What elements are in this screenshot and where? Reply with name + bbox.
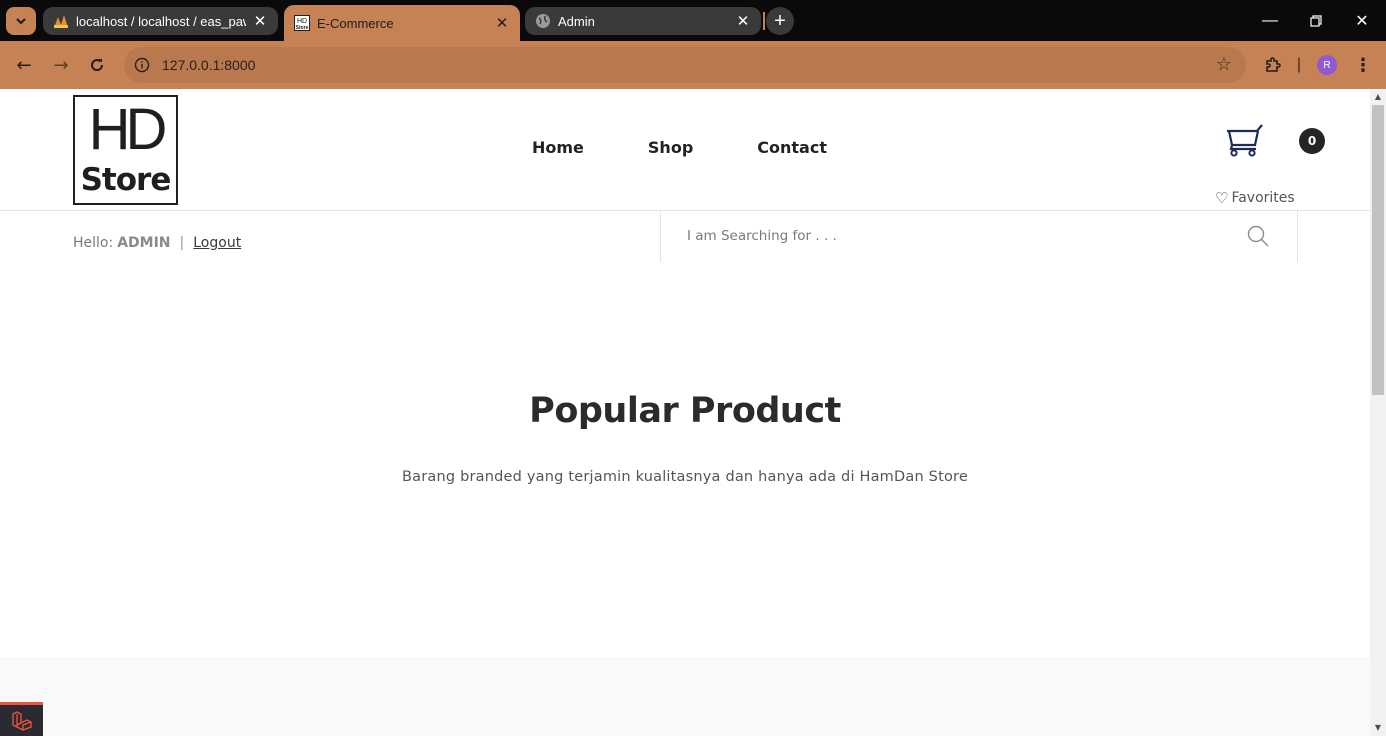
browser-toolbar: ← → 127.0.0.1:8000 ☆ | R ⋮ [0,41,1386,89]
close-tab-icon[interactable]: ✕ [252,12,268,30]
tab-title: localhost / localhost / eas_paw | [76,13,246,29]
browser-tab-phpmyadmin[interactable]: localhost / localhost / eas_paw | ✕ [43,7,278,35]
chevron-down-icon [16,18,26,25]
username: ADMIN [117,235,171,251]
extensions-button[interactable] [1259,52,1287,78]
plus-icon: + [774,9,786,32]
debugbar-toggle-button[interactable] [0,702,43,736]
user-greeting: Hello: ADMIN | Logout [73,235,241,251]
nav-home[interactable]: Home [532,138,584,157]
minimize-icon: — [1262,12,1278,29]
product-area-background [0,657,1370,736]
arrow-right-icon: → [53,54,69,76]
search-icon[interactable] [1246,224,1270,248]
tab-search-button[interactable] [6,7,36,35]
browser-menu-button[interactable]: ⋮ [1351,52,1375,78]
scrollbar-thumb[interactable] [1372,105,1384,395]
minimize-button[interactable]: — [1257,8,1283,34]
nav-shop[interactable]: Shop [648,138,693,157]
cart-count-badge: 0 [1299,128,1325,154]
favorites-label: Favorites [1231,190,1295,206]
scroll-down-arrow-icon[interactable]: ▼ [1373,723,1383,733]
section-subtitle: Barang branded yang terjamin kualitasnya… [402,469,968,485]
address-bar[interactable]: 127.0.0.1:8000 ☆ [124,47,1246,83]
svg-text:HD: HD [297,18,307,25]
close-icon: ✕ [1355,13,1369,30]
reload-button[interactable] [84,52,110,78]
logout-link[interactable]: Logout [193,235,241,251]
arrow-left-icon: ← [16,54,32,76]
cart-button[interactable] [1225,123,1265,159]
greeting-separator: | [179,235,185,251]
laravel-icon [11,710,32,731]
toolbar-divider: | [1296,56,1302,73]
browser-tab-admin[interactable]: Admin ✕ [525,7,761,35]
site-info-icon[interactable] [124,47,160,83]
close-tab-icon[interactable]: ✕ [735,12,751,30]
search-input[interactable] [687,223,1227,249]
heart-icon: ♡ [1215,189,1229,207]
globe-icon [535,13,551,29]
section-title: Popular Product [529,391,841,431]
browser-tab-ecommerce[interactable]: HD Store E-Commerce ✕ [284,5,520,41]
tab-title: Admin [558,13,595,29]
url-text[interactable]: 127.0.0.1:8000 [162,57,255,73]
restore-button[interactable] [1303,8,1329,34]
restore-icon [1310,15,1322,27]
scroll-up-arrow-icon[interactable]: ▲ [1373,92,1383,102]
tab-title: E-Commerce [317,15,394,31]
tab-strip: localhost / localhost / eas_paw | ✕ HD St… [0,0,1386,41]
shopping-cart-icon [1227,124,1263,157]
new-tab-button[interactable]: + [766,7,794,35]
site-logo[interactable]: HD Store [73,95,178,205]
search-bar [660,211,1298,262]
main-nav: Home Shop Contact [532,138,891,157]
reload-icon [91,59,104,72]
svg-text:Store: Store [296,25,309,31]
page-viewport: HD Store Home Shop Contact 0 ♡ Favorites… [0,89,1370,736]
hello-label: Hello: [73,235,114,251]
bookmark-star-icon[interactable]: ☆ [1216,54,1232,75]
logo-store-text: Store [80,162,172,198]
forward-button[interactable]: → [48,52,74,78]
tab-divider [763,12,765,30]
more-vert-icon: ⋮ [1354,54,1372,76]
close-tab-icon[interactable]: ✕ [494,14,510,32]
profile-button[interactable]: R [1314,52,1340,78]
hd-store-favicon: HD Store [294,15,310,31]
phpmyadmin-icon [53,13,69,29]
nav-contact[interactable]: Contact [757,138,827,157]
favorites-link[interactable]: ♡ Favorites [1215,189,1295,207]
puzzle-icon [1266,57,1281,72]
avatar: R [1317,55,1337,75]
page-scrollbar[interactable]: ▲ ▼ [1370,89,1386,736]
logo-hd-text: HD [88,97,168,162]
back-button[interactable]: ← [11,52,37,78]
close-window-button[interactable]: ✕ [1349,8,1375,34]
